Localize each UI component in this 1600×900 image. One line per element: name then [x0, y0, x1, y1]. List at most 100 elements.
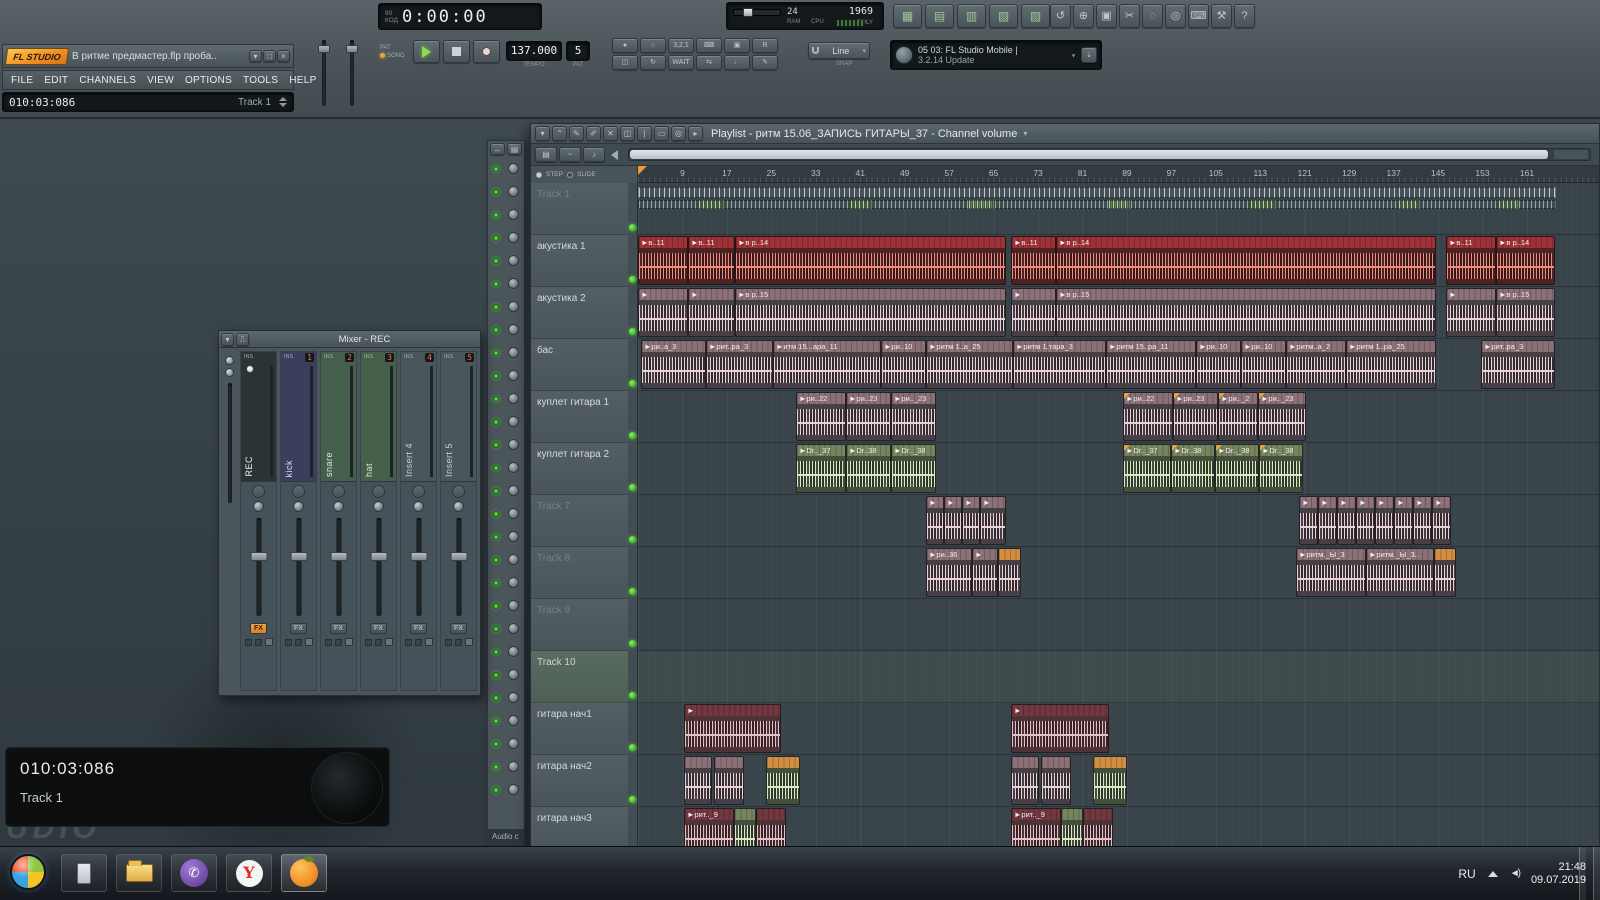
channel-pan-knob[interactable]: [508, 347, 519, 358]
start-button[interactable]: [10, 854, 46, 890]
solo-box[interactable]: [375, 639, 382, 646]
channel-mute-led[interactable]: [493, 281, 499, 287]
channel-mute-led[interactable]: [493, 741, 499, 747]
fader-handle[interactable]: [370, 552, 387, 561]
pan-knob[interactable]: [413, 501, 424, 512]
step-radio[interactable]: [536, 172, 542, 178]
track-led-11[interactable]: [629, 744, 636, 751]
app-title-bar[interactable]: FL STUDIO В ритме предмастер.flp проба..…: [2, 44, 294, 68]
channel-pan-knob[interactable]: [508, 186, 519, 197]
audio-clip[interactable]: ►: [972, 548, 998, 597]
pan-knob[interactable]: [453, 501, 464, 512]
channel-mute-led[interactable]: [493, 258, 499, 264]
channel-pan-knob[interactable]: [508, 531, 519, 542]
audio-clip[interactable]: [1083, 808, 1113, 846]
track-led-5[interactable]: [629, 432, 636, 439]
volume-fader[interactable]: [361, 514, 396, 620]
channel-mute-led[interactable]: [493, 235, 499, 241]
audio-clip[interactable]: ►: [638, 288, 688, 337]
mixer-button[interactable]: ▨: [1021, 4, 1050, 28]
volume-fader[interactable]: [241, 514, 276, 620]
audio-clip[interactable]: ►ри.._23: [1258, 392, 1306, 441]
audio-clip[interactable]: ►Dr..38: [846, 444, 891, 493]
audio-clip[interactable]: ►Dr.._37: [796, 444, 846, 493]
tempo-display[interactable]: 137.000: [506, 41, 562, 61]
channel-pan-knob[interactable]: [508, 600, 519, 611]
fx-button[interactable]: FX: [330, 623, 347, 634]
record-button[interactable]: [473, 40, 500, 63]
app-window-button-1[interactable]: □: [263, 50, 276, 62]
audio-clip[interactable]: [1041, 756, 1071, 805]
zoom-button[interactable]: ◎: [1165, 4, 1186, 28]
fx-button[interactable]: FX: [370, 623, 387, 634]
audio-clip[interactable]: ►в р..15: [735, 288, 1006, 337]
mute-box[interactable]: [405, 639, 412, 646]
solo-box[interactable]: [335, 639, 342, 646]
mixer-master-slider[interactable]: [228, 383, 232, 503]
metronome-button[interactable]: ♩: [724, 55, 750, 70]
app-window-button-0[interactable]: ▾: [249, 50, 262, 62]
pan-knob[interactable]: [253, 501, 264, 512]
record-dot[interactable]: [246, 365, 254, 373]
channel-pan-knob[interactable]: [508, 209, 519, 220]
audio-clip[interactable]: ►: [926, 496, 944, 545]
mixer-menu-button[interactable]: ▾: [221, 333, 234, 346]
show-desktop-button[interactable]: [1579, 847, 1586, 900]
delete-button[interactable]: ✕: [603, 126, 618, 141]
channel-mute-led[interactable]: [493, 557, 499, 563]
mixer-strip-kick[interactable]: INS1kick FX: [280, 351, 317, 691]
audio-clip[interactable]: ►: [1318, 496, 1337, 545]
audio-clip[interactable]: ►ритм 1.тара_3: [1013, 340, 1106, 389]
audio-clip[interactable]: ►в р..15: [1056, 288, 1436, 337]
track-led-8[interactable]: [629, 588, 636, 595]
audio-clip[interactable]: ►ритм._Ы_3..: [1366, 548, 1434, 597]
audio-clip[interactable]: ►: [1011, 704, 1109, 753]
menu-edit[interactable]: EDIT: [44, 75, 68, 86]
solo-box[interactable]: [415, 639, 422, 646]
audio-clip[interactable]: ►ри..22: [796, 392, 846, 441]
audio-clip[interactable]: ►в..11: [688, 236, 735, 285]
mixer-strip-hat[interactable]: INS3hatFX: [360, 351, 397, 691]
audio-clip[interactable]: ►в..11: [1446, 236, 1496, 285]
channel-pan-knob[interactable]: [508, 462, 519, 473]
track-name-9[interactable]: Track 9: [531, 599, 628, 651]
fx-button[interactable]: FX: [410, 623, 427, 634]
route-button[interactable]: [292, 485, 305, 498]
zoom-button[interactable]: ◎: [671, 126, 686, 141]
solo-box[interactable]: [295, 639, 302, 646]
tray-expand-icon[interactable]: [1488, 871, 1498, 877]
pan-knob[interactable]: [373, 501, 384, 512]
channel-mute-led[interactable]: [493, 672, 499, 678]
mixer-strip-rec[interactable]: INSRECFX: [240, 351, 277, 691]
track-name-1[interactable]: Track 1: [531, 183, 628, 235]
strip-header[interactable]: INS1kick: [281, 352, 316, 482]
mute-box[interactable]: [365, 639, 372, 646]
pattern-display[interactable]: 5: [566, 41, 590, 61]
strip-header[interactable]: INSREC: [241, 352, 276, 482]
mixer-title-bar[interactable]: ▾ ⎍ Mixer - REC: [219, 331, 480, 348]
channel-mute-led[interactable]: [493, 396, 499, 402]
channel-mute-led[interactable]: [493, 580, 499, 586]
channel-pan-knob[interactable]: [508, 416, 519, 427]
audio-clip[interactable]: ►ритм._Ы_3: [1296, 548, 1366, 597]
volume-fader[interactable]: [321, 514, 356, 620]
remote-button[interactable]: R: [752, 38, 778, 53]
taskbar-windows-explorer[interactable]: [116, 854, 162, 892]
route-button[interactable]: [332, 485, 345, 498]
channel-mute-led[interactable]: [493, 166, 499, 172]
channel-pan-knob[interactable]: [508, 646, 519, 657]
fader-handle[interactable]: [410, 552, 427, 561]
fx-button[interactable]: FX: [290, 623, 307, 634]
channel-mute-led[interactable]: [493, 350, 499, 356]
audio-clip[interactable]: [684, 756, 712, 805]
audio-clip[interactable]: ►: [1413, 496, 1432, 545]
channel-mute-led[interactable]: [493, 764, 499, 770]
channel-pan-knob[interactable]: [508, 761, 519, 772]
audio-clip[interactable]: ►в р..14: [1496, 236, 1555, 285]
playhead-marker[interactable]: [638, 166, 647, 175]
down-arrow-icon[interactable]: [279, 103, 287, 107]
slot-icon[interactable]: [465, 638, 473, 646]
audio-clip[interactable]: ►ри..10: [1196, 340, 1241, 389]
channel-mute-led[interactable]: [493, 488, 499, 494]
snap-selector[interactable]: Line ▾: [808, 42, 870, 59]
